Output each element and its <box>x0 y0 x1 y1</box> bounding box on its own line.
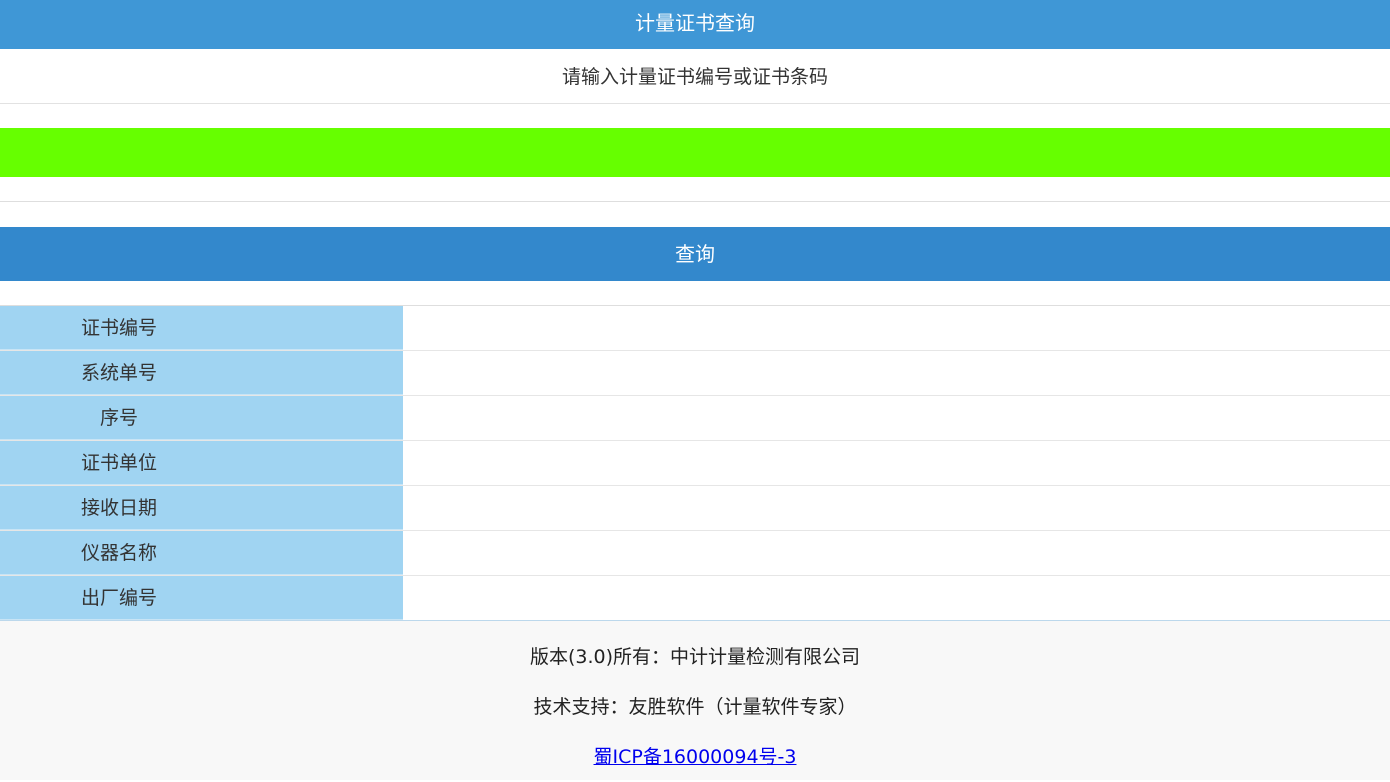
support-text: 技术支持：友胜软件（计量软件专家） <box>533 696 857 718</box>
row-label-serial-number: 序号 <box>0 396 403 440</box>
row-value-serial-number <box>403 396 1390 440</box>
spacer <box>0 177 1390 202</box>
table-row: 系统单号 <box>0 351 1390 396</box>
row-value-certificate-unit <box>403 441 1390 485</box>
search-prompt-row: 请输入计量证书编号或证书条码 <box>0 49 1390 104</box>
spacer <box>0 104 1390 128</box>
page-header: 计量证书查询 <box>0 0 1390 49</box>
table-row: 仪器名称 <box>0 531 1390 576</box>
row-value-certificate-number <box>403 306 1390 350</box>
search-prompt: 请输入计量证书编号或证书条码 <box>561 66 828 88</box>
certificate-search-input[interactable] <box>0 128 1390 177</box>
query-button[interactable]: 查询 <box>0 227 1390 281</box>
row-value-receive-date <box>403 486 1390 530</box>
page-title: 计量证书查询 <box>635 11 755 35</box>
page-footer: 版本(3.0)所有：中计计量检测有限公司 技术支持：友胜软件（计量软件专家） 蜀… <box>0 621 1390 780</box>
table-row: 序号 <box>0 396 1390 441</box>
row-label-certificate-unit: 证书单位 <box>0 441 403 485</box>
row-label-receive-date: 接收日期 <box>0 486 403 530</box>
copyright-text: 版本(3.0)所有：中计计量检测有限公司 <box>529 646 861 668</box>
row-label-certificate-number: 证书编号 <box>0 306 403 350</box>
row-value-factory-number <box>403 576 1390 620</box>
table-row: 证书单位 <box>0 441 1390 486</box>
row-value-system-order-number <box>403 351 1390 395</box>
row-label-factory-number: 出厂编号 <box>0 576 403 620</box>
table-row: 接收日期 <box>0 486 1390 531</box>
table-row: 出厂编号 <box>0 576 1390 621</box>
row-label-system-order-number: 系统单号 <box>0 351 403 395</box>
icp-link[interactable]: 蜀ICP备16000094号-3 <box>594 746 797 768</box>
spacer <box>0 281 1390 306</box>
row-value-instrument-name <box>403 531 1390 575</box>
table-row: 证书编号 <box>0 306 1390 351</box>
result-table: 证书编号 系统单号 序号 证书单位 接收日期 仪器名称 出厂编号 <box>0 306 1390 621</box>
spacer <box>0 202 1390 227</box>
row-label-instrument-name: 仪器名称 <box>0 531 403 575</box>
